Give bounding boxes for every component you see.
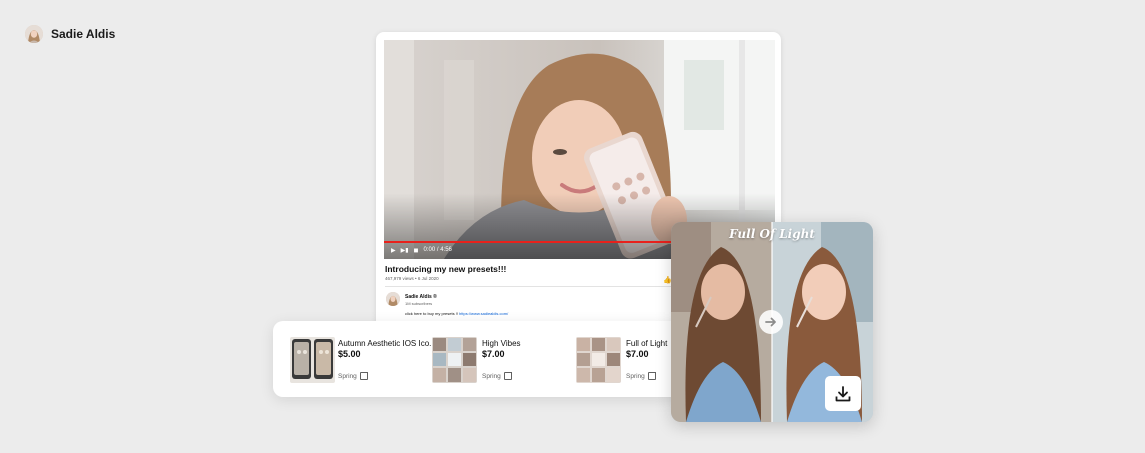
download-button[interactable] <box>825 376 861 411</box>
video-time: 0:00 / 4:56 <box>423 247 452 253</box>
product-source-label: Spring <box>482 372 501 380</box>
product-source[interactable]: Spring <box>482 372 512 380</box>
product-source-label: Spring <box>338 372 357 380</box>
channel-name[interactable]: Sadie Aldis ® <box>405 294 437 300</box>
product-thumbnail[interactable] <box>576 337 621 383</box>
creator-name[interactable]: Sadie Aldis <box>51 27 115 41</box>
product-thumbnail[interactable] <box>290 337 335 383</box>
download-icon <box>835 385 851 401</box>
channel-avatar[interactable] <box>386 292 400 306</box>
product-source[interactable]: Spring <box>626 372 656 380</box>
divider <box>385 286 681 287</box>
product-item[interactable]: High Vibes $7.00 Spring <box>432 337 552 383</box>
preset-preview-card[interactable]: Full Of Light <box>671 222 873 422</box>
product-price: $5.00 <box>338 349 361 359</box>
external-link-icon <box>359 372 368 380</box>
product-title: High Vibes <box>482 339 521 348</box>
product-thumbnail[interactable] <box>432 337 477 383</box>
description-link[interactable]: https://www.sadiealdis.com/ <box>459 311 508 316</box>
product-shelf: Autumn Aesthetic IOS Ico... $5.00 Spring… <box>273 321 693 397</box>
video-title: Introducing my new presets!!! <box>385 264 507 274</box>
product-title: Full of Light <box>626 339 668 348</box>
next-icon[interactable]: ▶▮ <box>401 247 409 254</box>
volume-icon[interactable]: ◼ <box>414 247 419 254</box>
product-item[interactable]: Full of Light $7.00 Spring <box>576 337 686 383</box>
arrow-right-icon <box>765 317 776 327</box>
play-icon[interactable]: ▶ <box>391 247 396 254</box>
external-link-icon <box>647 372 656 380</box>
product-item[interactable]: Autumn Aesthetic IOS Ico... $5.00 Spring <box>290 337 436 383</box>
creator-avatar[interactable] <box>25 25 43 43</box>
product-title: Autumn Aesthetic IOS Ico... <box>338 339 436 348</box>
external-link-icon <box>503 372 512 380</box>
video-meta: 467,979 views • 6 Jul 2020 <box>385 276 439 281</box>
channel-subscribers: 1M subscribers <box>405 301 433 306</box>
compare-arrow-button[interactable] <box>759 310 783 334</box>
description-text: click here to buy my presets !! <box>405 311 458 316</box>
product-source-label: Spring <box>626 372 645 380</box>
product-price: $7.00 <box>626 349 649 359</box>
product-source[interactable]: Spring <box>338 372 368 380</box>
creator-header: Sadie Aldis <box>25 25 115 43</box>
preset-title: Full Of Light <box>729 227 815 241</box>
video-description: click here to buy my presets !! https://… <box>405 311 508 316</box>
product-price: $7.00 <box>482 349 505 359</box>
